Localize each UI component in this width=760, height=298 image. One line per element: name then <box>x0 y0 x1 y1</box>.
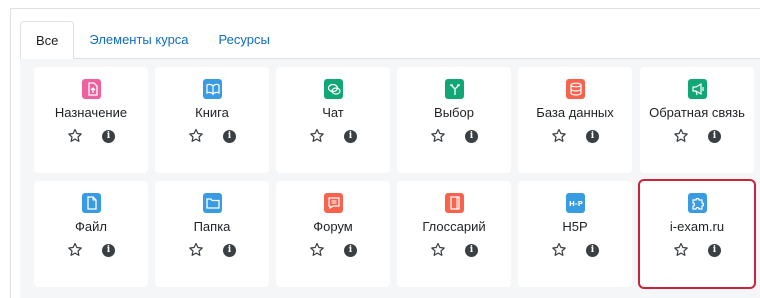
star-icon[interactable] <box>188 242 204 258</box>
assignment-icon <box>82 79 101 99</box>
info-icon[interactable]: i <box>586 244 599 257</box>
module-label: i-exam.ru <box>669 219 725 234</box>
module-label: Форум <box>313 219 353 234</box>
h5p-icon: H-P <box>566 193 585 213</box>
star-icon[interactable] <box>67 128 83 144</box>
module-label: Выбор <box>434 105 474 120</box>
info-icon[interactable]: i <box>586 130 599 143</box>
info-icon[interactable]: i <box>708 244 721 257</box>
folder-icon <box>203 193 222 213</box>
star-icon[interactable] <box>430 128 446 144</box>
module-card[interactable]: Обратная связь i <box>640 67 754 173</box>
module-label: База данных <box>536 105 614 120</box>
info-icon[interactable]: i <box>344 130 357 143</box>
module-label: H5P <box>562 219 588 234</box>
star-icon[interactable] <box>309 242 325 258</box>
forum-icon <box>324 193 343 213</box>
star-icon[interactable] <box>188 128 204 144</box>
module-card[interactable]: Папка i <box>155 181 269 287</box>
star-icon[interactable] <box>67 242 83 258</box>
module-card[interactable]: Книга i <box>155 67 269 173</box>
info-icon[interactable]: i <box>102 130 115 143</box>
info-icon[interactable]: i <box>223 244 236 257</box>
tab-activities[interactable]: Элементы курса <box>74 21 203 58</box>
star-icon[interactable] <box>309 128 325 144</box>
info-icon[interactable]: i <box>102 244 115 257</box>
module-card[interactable]: Форум i <box>276 181 390 287</box>
svg-text:H-P: H-P <box>569 200 583 208</box>
module-card[interactable]: i-exam.ru i <box>638 179 756 289</box>
file-icon <box>82 193 101 213</box>
star-icon[interactable] <box>673 128 689 144</box>
module-card[interactable]: H-P H5P i <box>518 181 632 287</box>
module-label: Назначение <box>54 105 128 120</box>
info-icon[interactable]: i <box>344 244 357 257</box>
puzzle-icon <box>688 193 707 213</box>
module-label: Папка <box>193 219 231 234</box>
tab-all[interactable]: Все <box>20 21 75 59</box>
module-label: Книга <box>195 105 229 120</box>
star-icon[interactable] <box>551 128 567 144</box>
chooser-tabs: Все Элементы курса Ресурсы <box>20 21 285 59</box>
info-icon[interactable]: i <box>223 130 236 143</box>
info-icon[interactable]: i <box>465 130 478 143</box>
choice-icon <box>445 79 464 99</box>
module-label: Файл <box>75 219 107 234</box>
glossary-icon <box>445 193 464 213</box>
tab-resources[interactable]: Ресурсы <box>204 21 285 58</box>
module-label: Глоссарий <box>422 219 486 234</box>
module-card[interactable]: Назначение i <box>34 67 148 173</box>
info-icon[interactable]: i <box>465 244 478 257</box>
star-icon[interactable] <box>551 242 567 258</box>
module-card[interactable]: Выбор i <box>397 67 511 173</box>
star-icon[interactable] <box>673 242 689 258</box>
book-icon <box>203 79 222 99</box>
chat-icon <box>324 79 343 99</box>
feedback-icon <box>688 79 707 99</box>
module-card[interactable]: Чат i <box>276 67 390 173</box>
database-icon <box>566 79 585 99</box>
module-label: Обратная связь <box>649 105 745 120</box>
module-card[interactable]: Глоссарий i <box>397 181 511 287</box>
module-card[interactable]: Файл i <box>34 181 148 287</box>
module-label: Чат <box>322 105 344 120</box>
star-icon[interactable] <box>430 242 446 258</box>
module-card[interactable]: База данных i <box>518 67 632 173</box>
info-icon[interactable]: i <box>708 130 721 143</box>
